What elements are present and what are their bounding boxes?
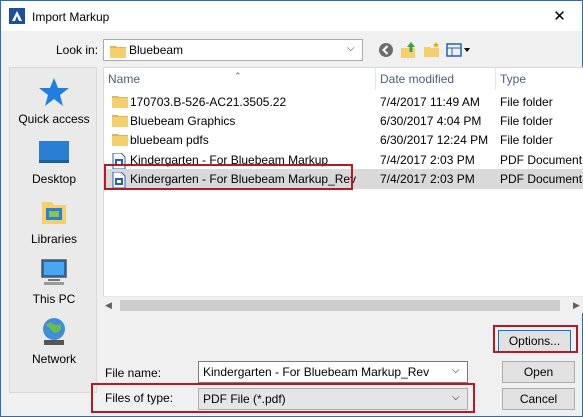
file-name-label: File name: bbox=[105, 366, 162, 380]
chevron-down-icon: ⌵ bbox=[347, 43, 355, 54]
file-date: 6/30/2017 4:04 PM bbox=[380, 114, 482, 128]
file-row[interactable]: bluebeam pdfs 6/30/2017 12:24 PM File fo… bbox=[104, 130, 583, 150]
place-this-pc[interactable]: This PC bbox=[10, 256, 98, 306]
file-name: 170703.B-526-AC21.3505.22 bbox=[130, 95, 287, 109]
new-folder-button[interactable] bbox=[422, 40, 442, 60]
open-button-label: Open bbox=[523, 365, 554, 379]
look-in-dropdown[interactable]: Bluebeam ⌵ bbox=[103, 39, 363, 61]
view-menu-button[interactable] bbox=[445, 40, 473, 60]
star-icon bbox=[39, 78, 69, 106]
back-icon bbox=[379, 43, 393, 57]
place-label: Network bbox=[31, 352, 76, 366]
place-desktop[interactable]: Desktop bbox=[10, 136, 98, 186]
highlight-file-type bbox=[91, 383, 475, 413]
file-list: Name ⌃ Date modified Type 170703.B-526-A… bbox=[103, 67, 583, 313]
column-label: Type bbox=[500, 72, 527, 86]
file-row[interactable]: Bluebeam Graphics 6/30/2017 4:04 PM File… bbox=[104, 111, 583, 131]
file-date: 7/4/2017 2:03 PM bbox=[380, 153, 475, 167]
file-type: PDF Document bbox=[500, 172, 583, 186]
folder-icon bbox=[112, 115, 128, 127]
highlight-options-button bbox=[493, 325, 578, 353]
column-label: Name bbox=[108, 72, 141, 86]
file-date: 7/4/2017 11:49 AM bbox=[380, 95, 480, 109]
folder-icon bbox=[110, 46, 126, 58]
folder-icon bbox=[112, 134, 128, 146]
cancel-button-label: Cancel bbox=[519, 392, 558, 406]
file-row[interactable]: 170703.B-526-AC21.3505.22 7/4/2017 11:49… bbox=[104, 92, 583, 112]
close-button[interactable]: ✕ bbox=[537, 1, 582, 31]
window-title: Import Markup bbox=[32, 10, 110, 24]
close-icon: ✕ bbox=[553, 8, 566, 25]
scrollbar-thumb[interactable] bbox=[120, 300, 560, 311]
place-libraries[interactable]: Libraries bbox=[10, 196, 98, 246]
horizontal-scrollbar[interactable]: ◀ ▶ bbox=[103, 296, 583, 313]
file-name: bluebeam pdfs bbox=[130, 133, 209, 147]
look-in-value: Bluebeam bbox=[129, 43, 184, 57]
computer-icon bbox=[41, 259, 67, 285]
column-label: Date modified bbox=[380, 72, 455, 86]
libraries-icon bbox=[42, 202, 66, 224]
sort-ascending-icon: ⌃ bbox=[234, 71, 242, 81]
scroll-right-icon[interactable]: ▶ bbox=[573, 300, 580, 311]
place-label: Libraries bbox=[30, 232, 78, 246]
file-type: PDF Document bbox=[500, 153, 583, 167]
file-name-input[interactable]: Kindergarten - For Bluebeam Markup_Rev ⌵ bbox=[198, 361, 468, 383]
network-icon bbox=[43, 318, 65, 345]
place-label: Quick access bbox=[18, 112, 90, 126]
highlight-selected-file bbox=[104, 164, 353, 190]
up-folder-icon bbox=[401, 42, 415, 58]
new-folder-icon bbox=[424, 42, 439, 57]
column-header-name[interactable]: Name ⌃ bbox=[104, 68, 376, 90]
place-label: This PC bbox=[32, 292, 76, 306]
bluebeam-app-icon bbox=[9, 8, 25, 24]
folder-icon bbox=[112, 96, 128, 108]
cancel-button[interactable]: Cancel bbox=[502, 388, 575, 410]
place-label: Desktop bbox=[31, 172, 77, 186]
file-date: 7/4/2017 2:03 PM bbox=[380, 172, 475, 186]
place-quick-access[interactable]: Quick access bbox=[10, 76, 98, 126]
places-bar: Quick access Desktop Libraries This PC N… bbox=[9, 67, 97, 393]
file-type: File folder bbox=[500, 95, 553, 109]
file-date: 6/30/2017 12:24 PM bbox=[380, 133, 489, 147]
desktop-icon bbox=[39, 141, 69, 163]
import-markup-dialog: Import Markup ✕ Look in: Bluebeam ⌵ Quic… bbox=[0, 0, 583, 417]
look-in-label: Look in: bbox=[56, 43, 99, 57]
view-menu-icon bbox=[446, 43, 470, 57]
file-type: File folder bbox=[500, 114, 553, 128]
chevron-down-icon[interactable]: ⌵ bbox=[452, 365, 460, 376]
file-name: Bluebeam Graphics bbox=[130, 114, 236, 128]
title-bar: Import Markup ✕ bbox=[1, 1, 582, 31]
place-network[interactable]: Network bbox=[10, 316, 98, 366]
up-folder-button[interactable] bbox=[399, 40, 419, 60]
back-button[interactable] bbox=[376, 40, 396, 60]
open-button[interactable]: Open bbox=[502, 361, 575, 383]
column-header-date[interactable]: Date modified bbox=[376, 68, 496, 90]
file-name-value: Kindergarten - For Bluebeam Markup_Rev bbox=[203, 365, 430, 379]
scroll-left-icon[interactable]: ◀ bbox=[105, 300, 112, 311]
file-type: File folder bbox=[500, 133, 553, 147]
column-header-type[interactable]: Type bbox=[496, 68, 583, 90]
